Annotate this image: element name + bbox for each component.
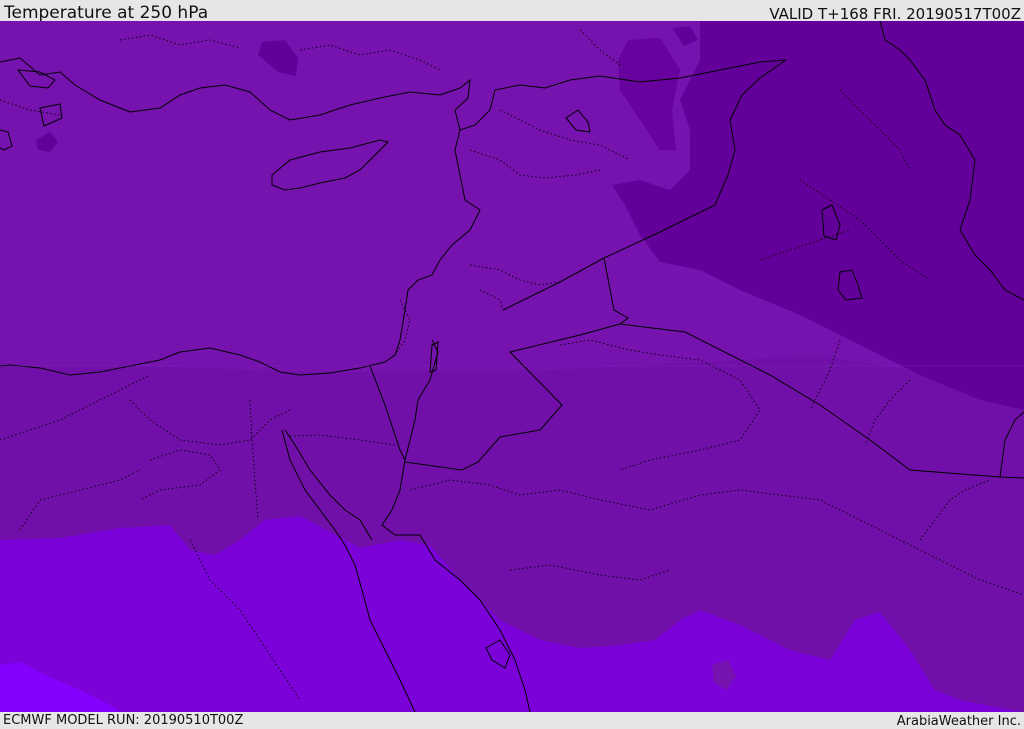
model-run-label: ECMWF MODEL RUN: 20190510T00Z bbox=[3, 713, 244, 728]
weather-map-page: Temperature at 250 hPa VALID T+168 FRI. … bbox=[0, 0, 1024, 729]
temperature-map bbox=[0, 21, 1024, 712]
footer-bar: ECMWF MODEL RUN: 20190510T00Z ArabiaWeat… bbox=[0, 712, 1024, 729]
credit-label: ArabiaWeather Inc. bbox=[896, 714, 1021, 729]
map-title: Temperature at 250 hPa bbox=[4, 3, 209, 23]
header-bar: Temperature at 250 hPa VALID T+168 FRI. … bbox=[0, 0, 1024, 23]
